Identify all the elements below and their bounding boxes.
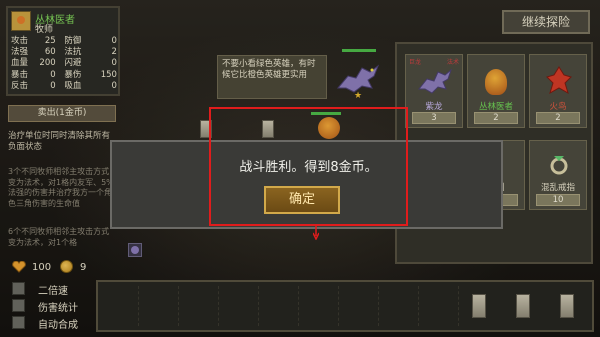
highlight-frame — [209, 107, 408, 226]
cursor-icon — [313, 224, 319, 240]
